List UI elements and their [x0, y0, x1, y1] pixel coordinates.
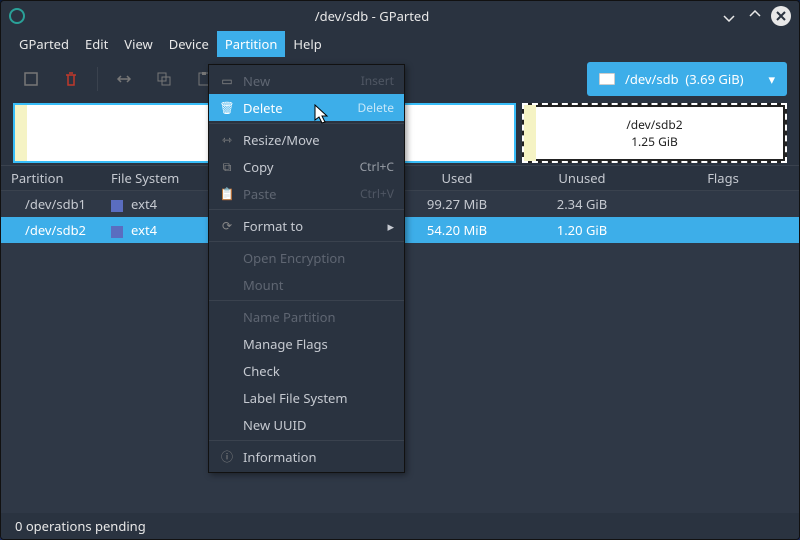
- menubar: GParted Edit View Device Partition Help: [1, 31, 799, 57]
- menu-item-label: Name Partition: [243, 308, 394, 326]
- col-partition[interactable]: Partition: [1, 169, 101, 187]
- paste-icon: 📋: [219, 185, 235, 202]
- fs-color-swatch: [111, 226, 123, 238]
- copy-button[interactable]: [146, 64, 182, 94]
- menu-item-check[interactable]: Check: [209, 357, 404, 384]
- device-selector[interactable]: /dev/sdb (3.69 GiB) ▾: [587, 62, 787, 96]
- close-button[interactable]: [771, 6, 791, 26]
- menu-item-label: New: [243, 72, 353, 90]
- cell-used: 99.27 MiB: [397, 195, 517, 213]
- new-partition-button[interactable]: [13, 64, 49, 94]
- menu-edit[interactable]: Edit: [77, 31, 116, 57]
- resize-icon: ⇿: [219, 131, 235, 148]
- menu-item-accelerator: Ctrl+V: [360, 185, 394, 202]
- menu-item-information[interactable]: ⓘ Information: [209, 443, 404, 470]
- menu-item-label: Label File System: [243, 389, 394, 407]
- cell-unused: 1.20 GiB: [517, 221, 647, 239]
- new-icon: ▭: [219, 72, 235, 89]
- menu-separator: [209, 440, 404, 441]
- desktop: /dev/sdb - GParted GParted Edit View Dev…: [0, 0, 800, 540]
- partition-menu-dropdown: ▭ New Insert 🗑 Delete Delete ⇿ Resize/Move ⧉ Copy…: [208, 64, 405, 473]
- menu-help[interactable]: Help: [285, 31, 329, 57]
- menu-separator: [209, 209, 404, 210]
- menu-item-label: Information: [243, 448, 394, 466]
- col-filesystem[interactable]: File System: [101, 169, 199, 187]
- menu-separator: [209, 241, 404, 242]
- cell-fs: ext4: [131, 221, 157, 239]
- resize-move-button[interactable]: [106, 64, 142, 94]
- menu-item-manage-flags[interactable]: Manage Flags: [209, 330, 404, 357]
- menu-item-accelerator: Insert: [361, 72, 394, 89]
- menu-item-new-uuid[interactable]: New UUID: [209, 411, 404, 438]
- used-bar: [15, 105, 27, 161]
- delete-partition-button[interactable]: [53, 64, 89, 94]
- cell-fs: ext4: [131, 195, 157, 213]
- menu-item-open-encryption: Open Encryption: [209, 244, 404, 271]
- schematic-part-sdb2[interactable]: /dev/sdb2 1.25 GiB: [522, 103, 787, 163]
- menu-item-paste: 📋 Paste Ctrl+V: [209, 180, 404, 207]
- status-bar: 0 operations pending: [1, 513, 799, 539]
- menu-item-accelerator: Delete: [358, 99, 395, 116]
- col-used[interactable]: Used: [397, 169, 517, 187]
- menu-item-label: Check: [243, 362, 394, 380]
- menu-device[interactable]: Device: [161, 31, 217, 57]
- menu-item-label: Manage Flags: [243, 335, 394, 353]
- disk-icon: [599, 73, 615, 85]
- menu-item-label: Delete: [243, 99, 350, 117]
- window-title: /dev/sdb - GParted: [31, 7, 713, 25]
- menu-item-resize-move[interactable]: ⇿ Resize/Move: [209, 126, 404, 153]
- format-icon: ⟳: [219, 217, 235, 234]
- menu-item-label: Resize/Move: [243, 131, 394, 149]
- cell-partition: /dev/sdb1: [25, 195, 86, 213]
- cell-partition: /dev/sdb2: [25, 221, 86, 239]
- menu-separator: [209, 123, 404, 124]
- menu-item-accelerator: Ctrl+C: [360, 158, 394, 175]
- menu-item-delete[interactable]: 🗑 Delete Delete: [209, 94, 404, 121]
- menu-item-label: Copy: [243, 158, 352, 176]
- menu-gparted[interactable]: GParted: [11, 31, 77, 57]
- menu-item-mount: Mount: [209, 271, 404, 298]
- col-flags[interactable]: Flags: [647, 169, 799, 187]
- menu-item-new: ▭ New Insert: [209, 67, 404, 94]
- used-bar: [524, 105, 536, 161]
- device-label: /dev/sdb (3.69 GiB): [625, 70, 744, 88]
- cell-unused: 2.34 GiB: [517, 195, 647, 213]
- menu-item-label: Paste: [243, 185, 352, 203]
- chevron-down-icon: ▾: [768, 70, 775, 88]
- col-unused[interactable]: Unused: [517, 169, 647, 187]
- menu-item-name-partition: Name Partition: [209, 303, 404, 330]
- maximize-button[interactable]: [745, 6, 765, 26]
- menu-separator: [209, 300, 404, 301]
- copy-icon: ⧉: [219, 158, 235, 175]
- schematic-label: /dev/sdb2: [526, 116, 783, 133]
- menu-item-label: Format to: [243, 217, 379, 235]
- status-text: 0 operations pending: [15, 517, 146, 535]
- titlebar: /dev/sdb - GParted: [1, 1, 799, 31]
- menu-partition[interactable]: Partition: [217, 31, 286, 57]
- minimize-button[interactable]: [719, 6, 739, 26]
- fs-color-swatch: [111, 200, 123, 212]
- menu-item-copy[interactable]: ⧉ Copy Ctrl+C: [209, 153, 404, 180]
- schematic-size: 1.25 GiB: [526, 133, 783, 150]
- cell-used: 54.20 MiB: [397, 221, 517, 239]
- menu-item-label-file-system[interactable]: Label File System: [209, 384, 404, 411]
- menu-item-label: Mount: [243, 276, 394, 294]
- info-icon: ⓘ: [219, 448, 235, 465]
- menu-item-label: Open Encryption: [243, 249, 394, 267]
- delete-icon: 🗑: [219, 99, 235, 116]
- toolbar-separator: [97, 67, 98, 91]
- menu-item-format-to[interactable]: ⟳ Format to ▸: [209, 212, 404, 239]
- menu-item-label: New UUID: [243, 416, 394, 434]
- menu-view[interactable]: View: [116, 31, 160, 57]
- submenu-arrow-icon: ▸: [387, 217, 394, 235]
- app-icon: [9, 8, 25, 24]
